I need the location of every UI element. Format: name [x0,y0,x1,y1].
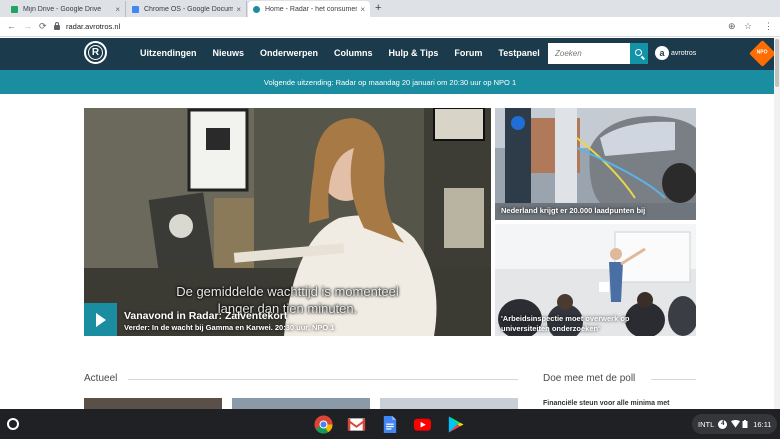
main-navigation: Uitzendingen Nieuws Onderwerpen Columns … [140,48,556,58]
next-broadcast-banner: Volgende uitzending: Radar op maandag 20… [0,70,780,94]
forward-button[interactable]: → [23,20,32,33]
nav-testpanel[interactable]: Testpanel [498,48,539,58]
clock: 16:11 [753,419,772,429]
logo-letter: R [91,47,100,58]
battery-icon [742,420,748,428]
nav-hulp-tips[interactable]: Hulp & Tips [389,48,439,58]
section-divider [651,379,696,380]
play-store-app-icon[interactable] [446,415,465,434]
hero-title[interactable]: Vanavond in Radar: Zalventekort [124,310,287,322]
nav-onderwerpen[interactable]: Onderwerpen [260,48,318,58]
back-button[interactable]: ← [7,20,16,33]
browser-toolbar: ← → ⟳ radar.avrotros.nl ⊕ ☆ ⋮ [0,17,780,37]
url-text: radar.avrotros.nl [66,22,121,31]
chrome-app-icon[interactable] [314,415,333,434]
nav-uitzendingen[interactable]: Uitzendingen [140,48,197,58]
article-title: Nederland krijgt er 20.000 laadpunten bi… [501,206,646,215]
close-tab-icon[interactable]: × [236,5,241,14]
page-scrollbar[interactable] [774,38,780,409]
youtube-app-icon[interactable] [413,415,432,434]
nav-forum[interactable]: Forum [454,48,482,58]
google-docs-icon [132,5,139,13]
radar-logo[interactable]: R [84,41,107,64]
avrotros-mark-icon: a [655,46,669,60]
nav-columns[interactable]: Columns [334,48,373,58]
reload-button[interactable]: ⟳ [39,20,47,33]
play-button[interactable] [84,303,117,336]
section-heading-actueel: Actueel [84,373,118,384]
next-broadcast-text: Volgende uitzending: Radar op maandag 20… [263,77,517,87]
close-tab-icon[interactable]: × [115,5,120,14]
google-drive-icon [11,5,18,13]
gmail-app-icon[interactable] [347,415,366,434]
broadcaster-name: avrotros [671,49,697,57]
tab-title: Mijn Drive - Google Drive [23,5,102,13]
tab-radar-home[interactable]: Home - Radar - het consumenten × [248,1,370,17]
article-title-line-1: 'Arbeidsinspectie moet overwerk op [501,314,630,323]
google-docs-app-icon[interactable] [380,415,399,434]
article-card-laadpunten[interactable]: Nederland krijgt er 20.000 laadpunten bi… [495,108,696,220]
search-input[interactable] [548,43,630,64]
hero-video[interactable]: De gemiddelde wachttijd is momenteel lan… [84,108,491,336]
tab-strip: Mijn Drive - Google Drive × Chrome OS - … [0,0,780,17]
search-icon [634,49,642,56]
site-search [548,43,648,64]
radar-favicon-icon [253,5,260,13]
tab-title: Home - Radar - het consumenten [265,5,358,13]
article-image-charging [495,108,696,220]
browser-menu-icon[interactable]: ⋮ [764,20,773,33]
add-icon[interactable]: ⊕ [728,20,736,33]
article-title-line-2: universiteiten onderzoeken' [501,324,600,333]
tab-title: Chrome OS - Google Documenten [144,5,234,13]
npo-label: NPO [756,49,768,56]
video-subtitle-line-1: De gemiddelde wachttijd is momenteel [176,284,399,299]
address-bar[interactable]: radar.avrotros.nl [54,19,714,34]
avrotros-logo[interactable]: a avrotros [655,46,696,60]
close-tab-icon[interactable]: × [360,5,365,14]
article-card-arbeidsinspectie[interactable]: 'Arbeidsinspectie moet overwerk op unive… [495,224,696,336]
scrollbar-thumb[interactable] [775,39,779,87]
search-button[interactable] [630,43,648,64]
tab-google-docs[interactable]: Chrome OS - Google Documenten × [127,1,247,17]
nav-nieuws[interactable]: Nieuws [213,48,245,58]
section-divider [128,379,518,380]
launcher-button[interactable] [7,418,19,430]
hero-subtitle: Verder: In de wacht bij Gamma en Karwei.… [124,323,335,332]
lock-icon [54,22,60,30]
notification-badge: 4 [718,419,728,429]
new-tab-button[interactable]: + [375,2,381,14]
poll-question[interactable]: Financiële steun voor alle minima met [543,400,669,407]
keyboard-locale: INTL [698,419,715,429]
bookmark-star-icon[interactable]: ☆ [744,20,752,33]
wifi-icon [731,420,741,428]
tab-google-drive[interactable]: Mijn Drive - Google Drive × [6,1,126,17]
system-tray[interactable]: INTL 4 16:11 [692,414,778,434]
section-heading-poll: Doe mee met de poll [543,373,636,384]
